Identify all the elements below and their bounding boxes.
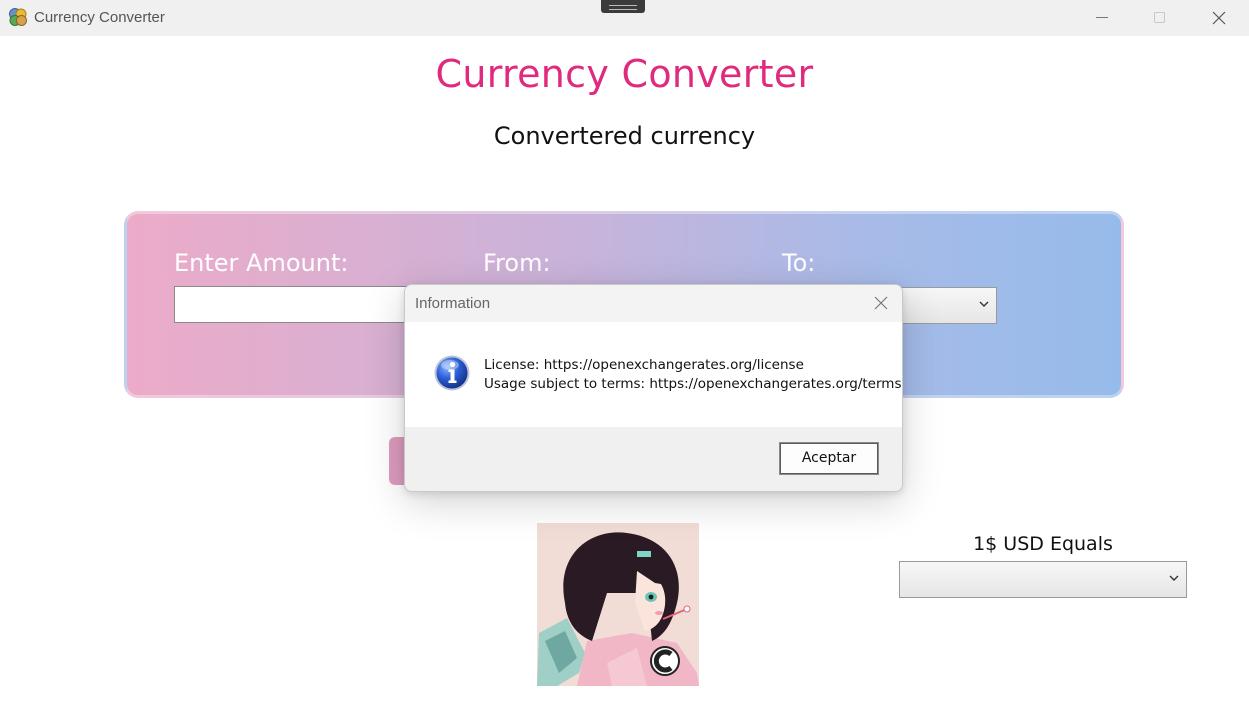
dialog-license-text: License: https://openexchangerates.org/l… — [484, 357, 804, 373]
maximize-icon — [1154, 12, 1165, 23]
page-title: Currency Converter — [435, 52, 814, 96]
minimize-button[interactable] — [1073, 0, 1131, 36]
page-subtitle: Convertered currency — [493, 122, 756, 150]
close-button[interactable] — [1190, 0, 1248, 36]
close-icon — [874, 296, 888, 310]
app-window: Currency Converter Currency Converter Co… — [0, 0, 1249, 711]
maximize-button[interactable] — [1131, 0, 1189, 36]
info-icon — [434, 355, 470, 391]
window-title: Currency Converter — [34, 9, 165, 26]
close-icon — [1212, 11, 1226, 25]
title-bar: Currency Converter — [0, 0, 1249, 36]
dialog-terms-text: Usage subject to terms: https://openexch… — [484, 376, 902, 392]
amount-label: Enter Amount: — [174, 249, 349, 277]
snap-layout-handle[interactable] — [601, 0, 645, 13]
information-dialog: Information License: https://openexchang… — [404, 284, 903, 492]
dialog-title: Information — [415, 295, 491, 312]
from-label: From: — [483, 249, 551, 277]
minimize-icon — [1096, 17, 1108, 18]
dialog-title-bar: Information — [405, 285, 902, 322]
chevron-down-icon — [1169, 575, 1179, 581]
amount-input[interactable] — [174, 286, 434, 323]
accept-button[interactable]: Aceptar — [779, 442, 879, 475]
to-label: To: — [782, 249, 816, 277]
anime-illustration — [537, 523, 699, 686]
usd-equals-label: 1$ USD Equals — [973, 533, 1113, 555]
usd-equals-select[interactable] — [899, 561, 1187, 598]
currency-coins-icon — [9, 8, 27, 26]
dialog-close-button[interactable] — [867, 290, 895, 316]
chevron-down-icon — [979, 301, 989, 307]
